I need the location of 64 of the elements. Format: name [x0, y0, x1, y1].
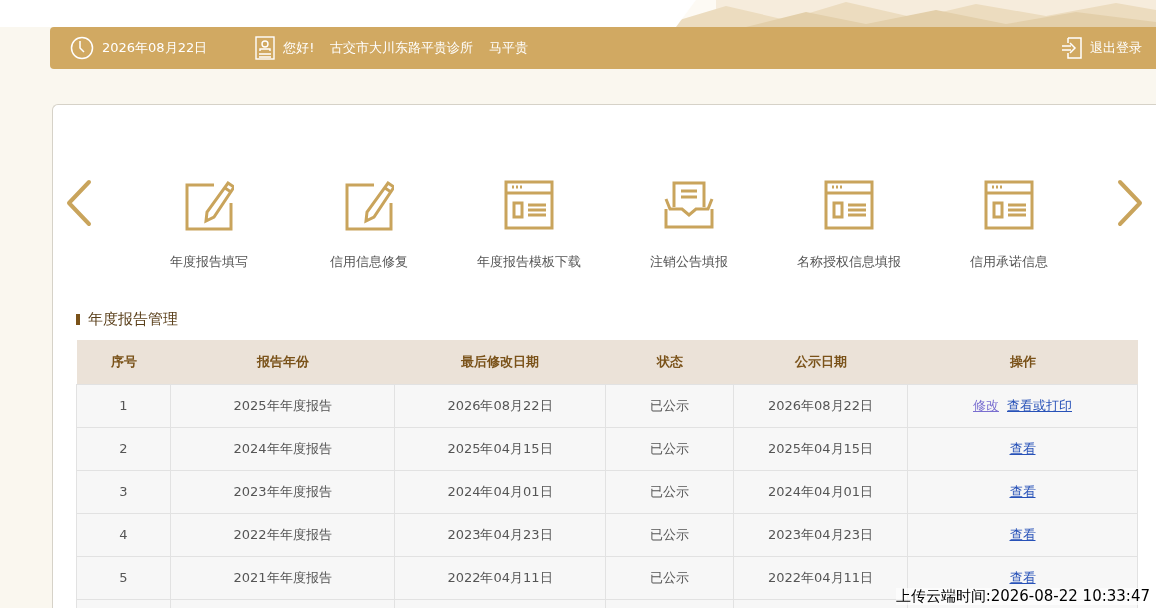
user-name: 马平贵	[489, 39, 529, 58]
table-cell: 2025年04月15日	[733, 427, 908, 471]
date-text: 2026年08月22日	[102, 39, 208, 58]
form-icon	[504, 179, 554, 231]
table-cell: 已公示	[605, 470, 734, 514]
upload-timestamp: 上传云端时间:2026-08-22 10:33:47	[895, 588, 1150, 605]
shortcut-label: 信用承诺信息	[970, 253, 1048, 271]
table-cell: 4	[76, 513, 171, 557]
shortcut-label: 年度报告填写	[170, 253, 248, 271]
pencil-square-icon	[184, 179, 234, 231]
clock-icon	[70, 36, 94, 60]
column-header: 公示日期	[733, 340, 908, 385]
shortcut-tile[interactable]: 信用承诺信息	[929, 179, 1089, 272]
table-cell: 5	[76, 556, 171, 600]
section-title: 年度报告管理	[88, 308, 178, 330]
table-cell: 2023年年度报告	[170, 470, 395, 514]
shortcut-label: 信用信息修复	[330, 253, 408, 271]
table-cell: 已公示	[605, 556, 734, 600]
logout-icon	[1062, 37, 1082, 59]
action-link[interactable]: 查看	[1009, 441, 1036, 456]
table-cell: 2024年年度报告	[170, 427, 395, 471]
table-cell: 2024年04月01日	[733, 470, 908, 514]
shortcut-tile[interactable]: 注销公告填报	[609, 179, 769, 272]
column-header: 最后修改日期	[394, 340, 606, 385]
column-header: 操作	[907, 340, 1138, 385]
user-card-icon	[255, 36, 276, 60]
table-cell: 已公示	[605, 427, 734, 471]
action-link[interactable]: 修改	[973, 398, 999, 413]
action-link[interactable]: 查看	[1009, 484, 1036, 499]
table-cell: 2026年08月22日	[394, 384, 606, 428]
table-cell: 2022年年度报告	[170, 513, 395, 557]
shortcut-tile[interactable]: 名称授权信息填报	[769, 179, 929, 272]
column-header: 报告年份	[170, 340, 395, 385]
table-cell: 2022年04月11日	[394, 556, 606, 600]
shortcut-label: 名称授权信息填报	[797, 253, 901, 271]
table-cell: 2021年年度报告	[170, 556, 395, 600]
shortcut-tile[interactable]: 年度报告模板下载	[449, 179, 609, 272]
table-cell: 2023年04月23日	[733, 513, 908, 557]
table-cell: 2025年年度报告	[170, 384, 395, 428]
table-cell: 已公示	[605, 513, 734, 557]
column-header: 状态	[605, 340, 734, 385]
document-tray-icon	[664, 179, 714, 231]
greeting-text: 您好!	[283, 39, 315, 58]
form-icon	[984, 179, 1034, 231]
organization-name: 古交市大川东路平贵诊所	[330, 39, 474, 58]
table-cell: 2026年08月22日	[733, 384, 908, 428]
table-cell: 已公示	[605, 384, 734, 428]
table-cell: 3	[76, 470, 171, 514]
table-cell: 1	[76, 384, 171, 428]
column-header: 序号	[76, 340, 171, 385]
action-link[interactable]: 查看或打印	[1007, 398, 1072, 413]
shortcut-tile[interactable]: 信用信息修复	[289, 179, 449, 272]
shortcut-label: 注销公告填报	[650, 253, 728, 271]
form-icon	[824, 179, 874, 231]
table-cell: 2	[76, 427, 171, 471]
shortcut-label: 年度报告模板下载	[477, 253, 581, 271]
table-cell: 2023年04月23日	[394, 513, 606, 557]
action-link[interactable]: 查看	[1009, 527, 1036, 542]
pencil-square-icon	[344, 179, 394, 231]
section-marker	[76, 313, 80, 325]
table-cell: 2025年04月15日	[394, 427, 606, 471]
table-cell: 2024年04月01日	[394, 470, 606, 514]
shortcut-tile[interactable]: 年度报告填写	[129, 179, 289, 272]
action-link[interactable]: 查看	[1009, 570, 1036, 585]
